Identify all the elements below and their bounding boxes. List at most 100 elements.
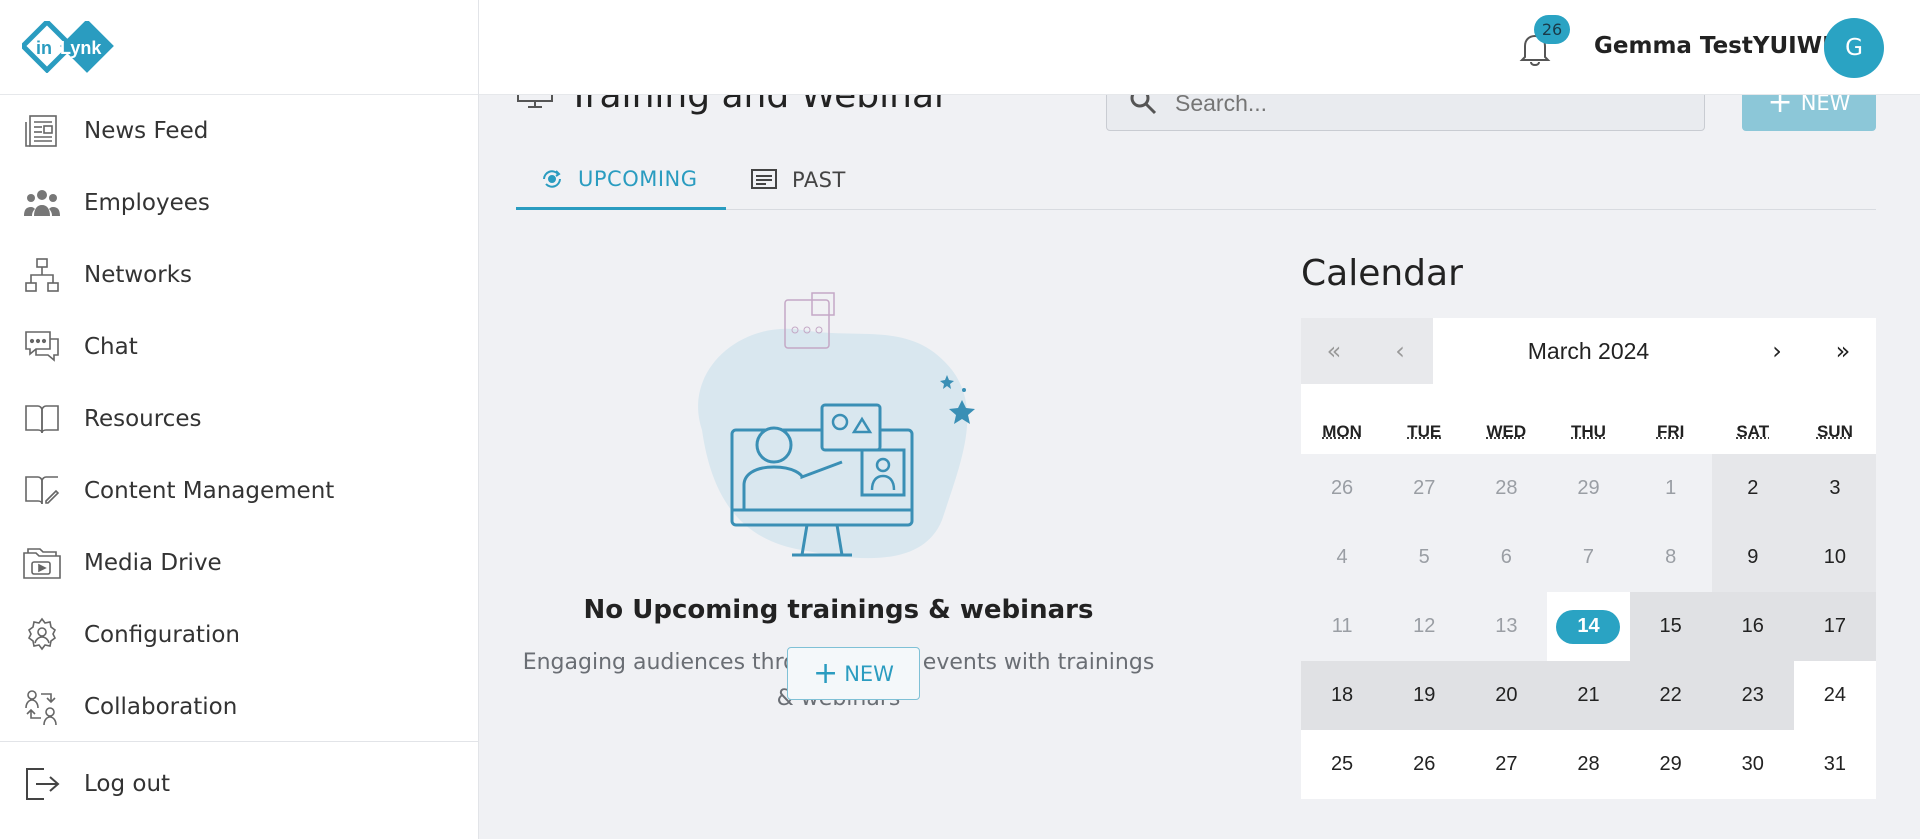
calendar-day-today[interactable]: 14 (1547, 592, 1630, 661)
svg-text:in: in (36, 38, 52, 58)
newspaper-icon (22, 111, 62, 151)
sidebar-item-networks[interactable]: Networks (0, 239, 478, 311)
empty-state-title: No Upcoming trainings & webinars (583, 595, 1094, 625)
prev-month-button[interactable]: ‹ (1367, 318, 1433, 384)
calendar-title: Calendar (1301, 253, 1463, 294)
weekday-label: MON (1322, 422, 1362, 441)
sidebar-item-news-feed[interactable]: News Feed (0, 95, 478, 167)
new-button-label: NEW (844, 661, 894, 686)
sidebar-item-chat[interactable]: Chat (0, 311, 478, 383)
calendar-day[interactable]: 15 (1629, 592, 1712, 661)
logout-icon (22, 764, 62, 804)
calendar-day[interactable]: 27 (1383, 454, 1466, 523)
user-name[interactable]: Gemma TestYUIWU (1594, 33, 1841, 59)
calendar-day[interactable]: 21 (1547, 661, 1630, 730)
tab-label: PAST (792, 168, 846, 192)
logout-label: Log out (84, 771, 171, 797)
sidebar-nav: News Feed Employees Networks Chat Resour… (0, 95, 478, 741)
calendar-day[interactable]: 8 (1629, 523, 1712, 592)
sidebar-item-label: Chat (84, 334, 138, 360)
calendar-day[interactable]: 28 (1465, 454, 1548, 523)
sidebar-item-configuration[interactable]: Configuration (0, 599, 478, 671)
top-header: 26 Gemma TestYUIWU G (479, 0, 1920, 95)
tab-past[interactable]: PAST (750, 150, 846, 210)
calendar-day[interactable]: 23 (1711, 661, 1794, 730)
calendar-weekdays: MON TUE WED THU FRI SAT SUN (1301, 384, 1876, 454)
network-icon (22, 255, 62, 295)
weekday-label: FRI (1656, 422, 1685, 441)
next-month-button[interactable]: › (1744, 318, 1810, 384)
calendar-day[interactable]: 26 (1383, 730, 1466, 799)
calendar-day[interactable]: 6 (1465, 523, 1548, 592)
sidebar-item-label: Content Management (84, 478, 335, 504)
people-icon (22, 183, 62, 223)
calendar-day[interactable]: 12 (1383, 592, 1466, 661)
media-folder-icon (22, 543, 62, 583)
calendar-day[interactable]: 10 (1793, 523, 1876, 592)
calendar-day[interactable]: 5 (1383, 523, 1466, 592)
calendar-day[interactable]: 13 (1465, 592, 1548, 661)
upcoming-icon (540, 167, 564, 191)
weekday-label: SAT (1736, 422, 1770, 441)
calendar-day[interactable]: 18 (1301, 661, 1384, 730)
weekday-label: WED (1486, 422, 1527, 441)
calendar-day[interactable]: 29 (1547, 454, 1630, 523)
calendar-day[interactable]: 17 (1793, 592, 1876, 661)
next-year-button[interactable]: » (1810, 318, 1876, 384)
calendar-nav: « ‹ March 2024 › » (1301, 318, 1876, 384)
sidebar-item-label: Configuration (84, 622, 240, 648)
calendar-day[interactable]: 29 (1629, 730, 1712, 799)
today-highlight: 14 (1556, 609, 1621, 644)
weekday-label: SUN (1816, 422, 1853, 441)
webinar-illustration (698, 292, 975, 559)
logo-area: in Lynk (0, 0, 478, 95)
logout-button[interactable]: Log out (0, 734, 478, 834)
tab-label: UPCOMING (578, 166, 698, 191)
main-content: Training and Webinar + NEW UPCOMING PAST (479, 75, 1920, 839)
plus-icon: + (813, 655, 839, 691)
calendar: « ‹ March 2024 › » MON TUE WED THU FRI S… (1301, 318, 1876, 799)
prev-year-button[interactable]: « (1301, 318, 1367, 384)
calendar-day[interactable]: 16 (1711, 592, 1794, 661)
weekday-label: TUE (1407, 422, 1442, 441)
notification-badge: 26 (1534, 15, 1570, 44)
chat-icon (22, 327, 62, 367)
book-edit-icon (22, 471, 62, 511)
sidebar-item-label: Networks (84, 262, 193, 288)
calendar-day[interactable]: 7 (1547, 523, 1630, 592)
sidebar-item-employees[interactable]: Employees (0, 167, 478, 239)
sidebar-item-label: News Feed (84, 118, 209, 144)
logout-area: Log out (0, 741, 478, 839)
sidebar-item-media-drive[interactable]: Media Drive (0, 527, 478, 599)
new-button-empty-state[interactable]: + NEW (787, 647, 920, 700)
sidebar-item-resources[interactable]: Resources (0, 383, 478, 455)
calendar-day[interactable]: 19 (1383, 661, 1466, 730)
calendar-day[interactable]: 20 (1465, 661, 1548, 730)
list-icon (750, 168, 778, 192)
tab-upcoming[interactable]: UPCOMING (516, 150, 726, 210)
weekday-label: THU (1571, 422, 1606, 441)
calendar-days: 26 27 28 29 1 2 3 4 5 6 7 8 9 10 11 12 13 14 15 16 17 18 19 20 2… (1301, 454, 1876, 799)
calendar-day[interactable]: 24 (1793, 661, 1876, 730)
calendar-day[interactable]: 3 (1793, 454, 1876, 523)
sidebar-item-label: Collaboration (84, 694, 238, 720)
calendar-day[interactable]: 28 (1547, 730, 1630, 799)
sidebar-item-collaboration[interactable]: Collaboration (0, 671, 478, 741)
calendar-day[interactable]: 26 (1301, 454, 1384, 523)
sidebar-item-content-management[interactable]: Content Management (0, 455, 478, 527)
inlynk-logo[interactable]: in Lynk (22, 21, 126, 73)
calendar-day[interactable]: 9 (1711, 523, 1794, 592)
calendar-day[interactable]: 4 (1301, 523, 1384, 592)
calendar-day[interactable]: 11 (1301, 592, 1384, 661)
calendar-day[interactable]: 31 (1793, 730, 1876, 799)
calendar-day[interactable]: 1 (1629, 454, 1712, 523)
svg-text:Lynk: Lynk (60, 38, 102, 58)
calendar-day[interactable]: 25 (1301, 730, 1384, 799)
calendar-day[interactable]: 2 (1711, 454, 1794, 523)
calendar-day[interactable]: 27 (1465, 730, 1548, 799)
calendar-month-label[interactable]: March 2024 (1433, 318, 1744, 384)
book-icon (22, 399, 62, 439)
calendar-day[interactable]: 22 (1629, 661, 1712, 730)
calendar-day[interactable]: 30 (1711, 730, 1794, 799)
avatar[interactable]: G (1824, 18, 1884, 78)
